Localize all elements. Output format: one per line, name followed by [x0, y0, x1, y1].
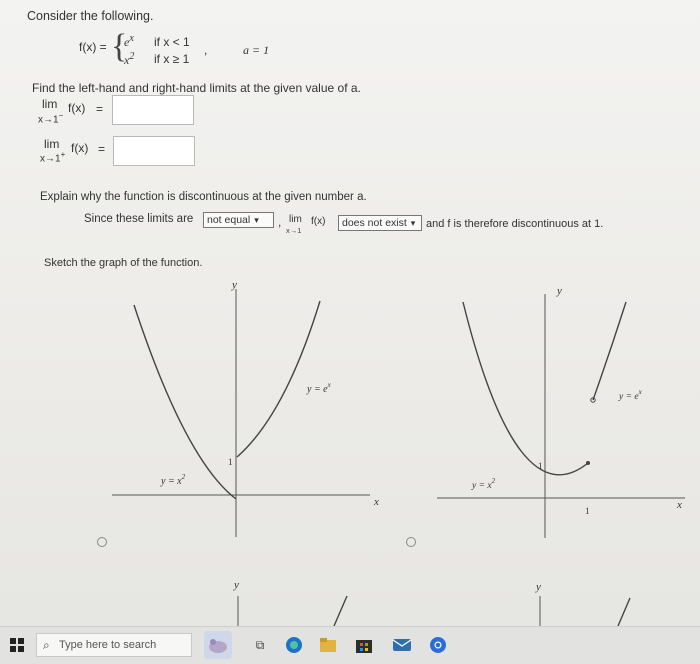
graph2-tick-y: 1	[538, 461, 543, 471]
right-limit-equals: =	[98, 142, 106, 156]
graph1-tick-1: 1	[228, 457, 233, 467]
question-intro: Consider the following.	[27, 9, 154, 23]
search-icon: ⌕	[43, 638, 50, 652]
graph-option-1-radio[interactable]	[97, 537, 107, 547]
explain-tail-text: and f is therefore discontinuous at 1.	[426, 218, 604, 230]
chrome-icon[interactable]	[428, 635, 448, 655]
left-limit-expression: f(x)	[68, 101, 86, 115]
right-limit-subscript: x→1+	[40, 150, 66, 165]
sketch-prompt: Sketch the graph of the function.	[44, 257, 203, 269]
limits-equality-value: not equal	[207, 214, 251, 226]
graph2-exponential-label: y = ex	[618, 388, 643, 402]
right-limit-answer-input[interactable]	[113, 136, 195, 166]
limits-equality-select[interactable]: not equal ▾	[203, 212, 274, 228]
windows-start-icon[interactable]	[10, 638, 24, 652]
explain-comma: ,	[278, 215, 282, 229]
a-value: a = 1	[243, 43, 270, 57]
chevron-down-icon: ▾	[254, 214, 259, 225]
graph4-y-label: y	[535, 581, 541, 593]
explain-lim: lim	[289, 214, 302, 225]
left-limit-subscript: x→1−	[38, 111, 64, 126]
graph-option-4[interactable]: y	[520, 578, 650, 626]
mail-icon[interactable]	[392, 635, 412, 655]
cortana-widget-icon[interactable]	[204, 631, 232, 659]
graph3-y-label: y	[233, 579, 239, 591]
right-limit-lim: lim	[44, 137, 60, 151]
graph1-parabola-curve	[133, 304, 237, 500]
graph2-x-label: x	[676, 499, 682, 511]
file-explorer-icon[interactable]	[318, 635, 338, 655]
graph1-y-label: y	[231, 279, 237, 291]
search-placeholder: Type here to search	[59, 639, 157, 651]
explain-lim-subscript: x→1	[286, 226, 302, 235]
graph2-closed-dot	[586, 461, 590, 465]
graph2-exponential-curve	[592, 301, 627, 401]
chevron-down-icon: ▾	[410, 217, 416, 228]
limit-existence-select[interactable]: does not exist ▾	[338, 215, 422, 231]
graph2-parabola-label: y = x2	[471, 477, 496, 491]
left-limit-answer-input[interactable]	[112, 95, 194, 125]
limit-existence-value: does not exist	[342, 217, 407, 229]
edge-icon[interactable]	[284, 635, 304, 655]
left-limit-equals: =	[96, 102, 104, 116]
right-limit-expression: f(x)	[71, 141, 89, 155]
case2-expression: x2	[124, 51, 135, 67]
graph1-exponential-curve	[236, 300, 321, 458]
graph1-parabola-label: y = x2	[160, 473, 186, 487]
graph-option-2-radio[interactable]	[406, 537, 416, 547]
case1-condition: if x < 1	[154, 35, 190, 49]
case1-expression: ex	[124, 33, 134, 49]
question-page: Consider the following. f(x) = { ex if x…	[0, 0, 700, 626]
graph-option-2[interactable]: y x 1 1 y = ex y = x2	[425, 280, 700, 540]
left-limit-lim: lim	[42, 97, 58, 111]
explain-lead-text: Since these limits are	[84, 213, 194, 225]
function-name: f(x) =	[79, 40, 107, 54]
graph2-y-label: y	[556, 285, 562, 297]
graph4-curve	[617, 597, 631, 626]
task-view-icon[interactable]: ⧉	[250, 635, 270, 655]
case2-condition: if x ≥ 1	[154, 52, 190, 66]
graph-option-1[interactable]: y x 1 y = ex y = x2	[100, 275, 400, 540]
graph2-tick-x: 1	[585, 506, 590, 516]
graph2-parabola-curve	[462, 301, 589, 476]
explain-prompt: Explain why the function is discontinuou…	[40, 191, 367, 203]
graph-option-3[interactable]: y	[220, 574, 350, 626]
graph1-exponential-label: y = ex	[306, 381, 332, 395]
instruction-text: Find the left-hand and right-hand limits…	[32, 81, 361, 95]
explain-lim-expression: f(x)	[311, 216, 326, 227]
store-icon[interactable]	[354, 635, 374, 655]
graph1-x-label: x	[373, 496, 379, 508]
function-comma: ,	[204, 43, 208, 57]
taskbar: ⌕ Type here to search ⧉	[0, 626, 700, 664]
taskbar-search-input[interactable]: ⌕ Type here to search	[36, 633, 192, 657]
graph3-curve	[333, 595, 348, 626]
